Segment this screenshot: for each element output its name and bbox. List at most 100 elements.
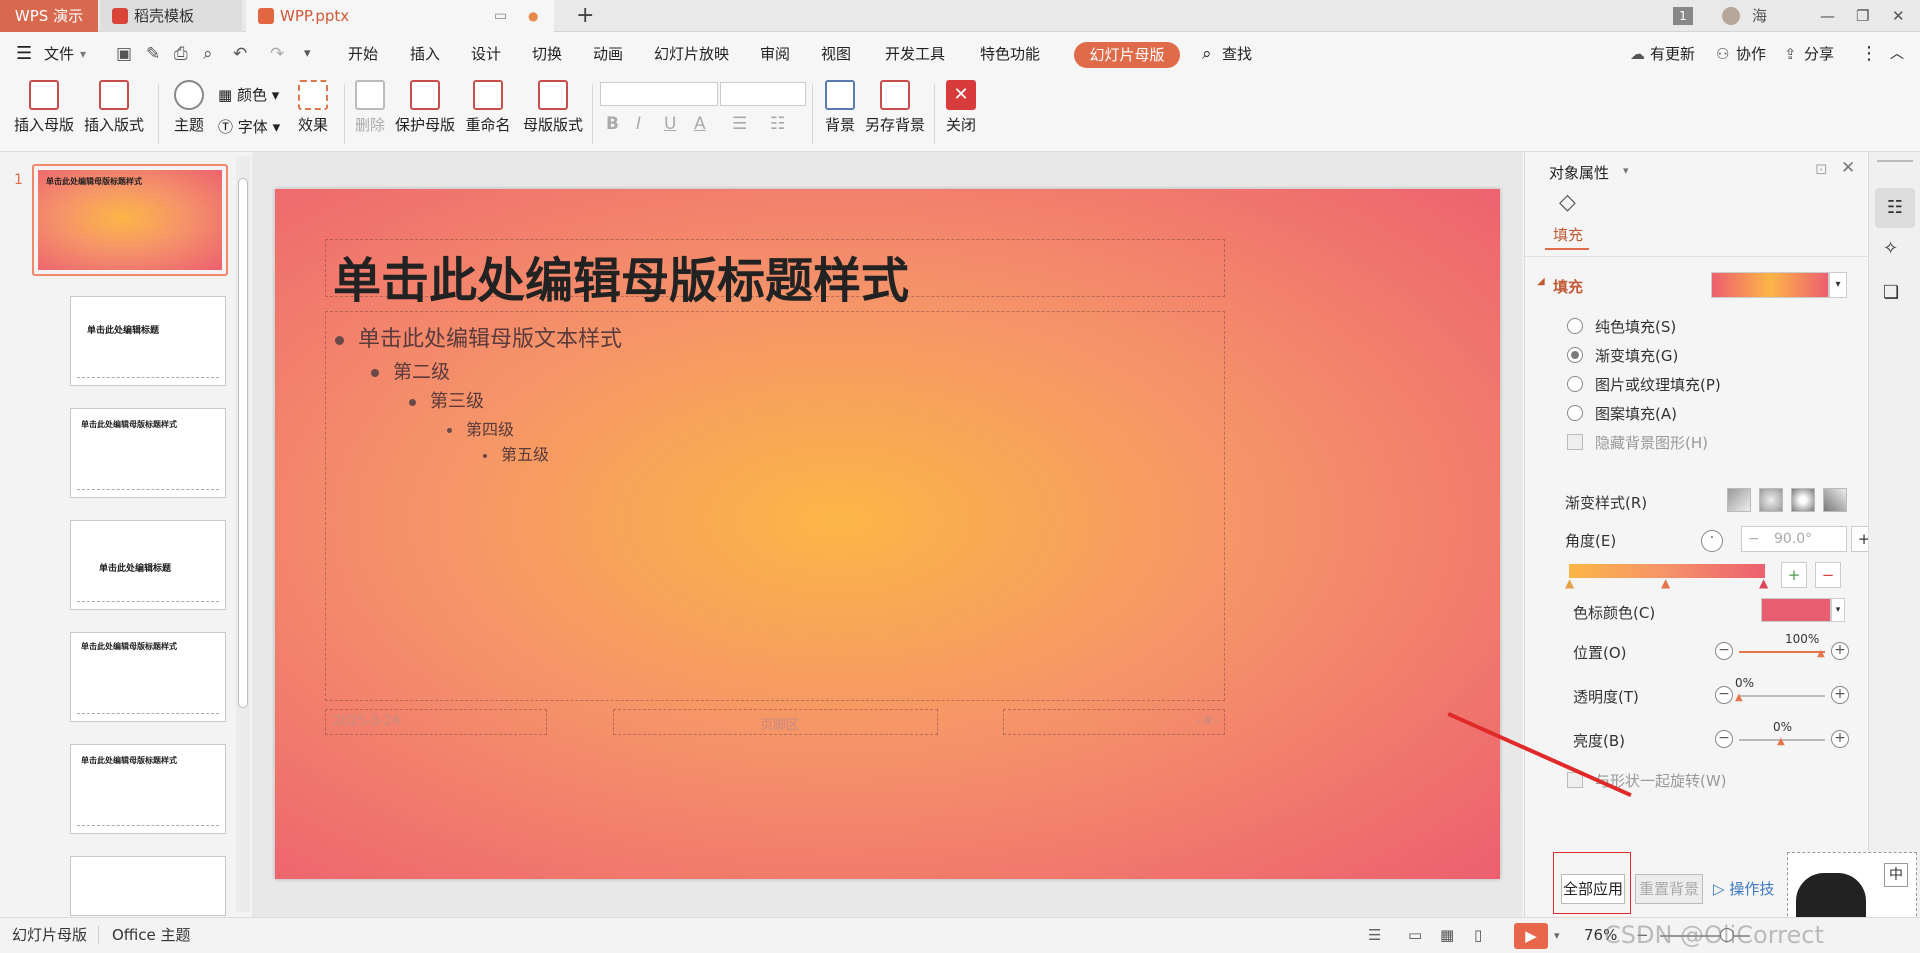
app-tab[interactable]: WPS 演示 <box>0 0 98 32</box>
collaborate-button[interactable]: 协作 <box>1736 32 1766 76</box>
angle-stepper[interactable]: − 90.0° <box>1741 526 1847 552</box>
search-button[interactable]: 查找 <box>1222 32 1252 76</box>
lock-icon[interactable]: ⊡ <box>1815 160 1828 178</box>
collapse-ribbon-icon[interactable]: ︿ <box>1890 32 1904 76</box>
level-2-text[interactable]: 第二级 <box>371 357 450 384</box>
search-icon[interactable]: ⌕ <box>1202 32 1212 76</box>
tab-wpp-pptx[interactable]: WPP.pptx ▭ ● <box>246 0 554 32</box>
print-preview-icon[interactable]: ⌕ <box>203 32 213 76</box>
level-5-text[interactable]: 第五级 <box>483 441 549 465</box>
solid-fill-label[interactable]: 纯色填充(S) <box>1595 316 1676 337</box>
level-4-text[interactable]: 第四级 <box>447 416 514 440</box>
layout-thumbnail[interactable] <box>70 856 226 916</box>
slider-handle[interactable]: ▲ <box>1777 736 1785 747</box>
font-size-select[interactable] <box>720 82 806 106</box>
font-color-button[interactable]: A <box>694 114 706 134</box>
scroll-thumb[interactable] <box>238 178 248 708</box>
bold-button[interactable]: B <box>606 114 619 134</box>
style-icon[interactable]: ✧ <box>1883 238 1898 259</box>
new-tab-button[interactable]: + <box>576 0 594 32</box>
italic-button[interactable]: I <box>636 114 641 134</box>
gradient-stop-handle[interactable]: ▲ <box>1565 576 1574 590</box>
font-name-select[interactable] <box>600 82 718 106</box>
increment-icon[interactable]: + <box>1831 686 1849 704</box>
background-button[interactable]: 背景 <box>822 80 858 135</box>
avatar[interactable] <box>1722 7 1740 25</box>
add-stop-icon[interactable]: + <box>1781 562 1807 588</box>
restore-icon[interactable]: ❐ <box>1856 0 1869 32</box>
radio-gradient-fill[interactable] <box>1567 347 1583 363</box>
level-1-text[interactable]: 单击此处编辑母版文本样式 <box>335 321 622 353</box>
fill-bucket-icon[interactable]: ◇ <box>1559 190 1576 215</box>
menu-insert[interactable]: 插入 <box>410 32 440 76</box>
layout-thumbnail[interactable]: 单击此处编辑母版标题样式 <box>70 408 226 498</box>
remove-stop-icon[interactable]: − <box>1815 562 1841 588</box>
decrement-icon[interactable]: − <box>1715 730 1733 748</box>
menu-animation[interactable]: 动画 <box>593 32 623 76</box>
theme-button[interactable]: 主题 <box>166 80 212 135</box>
menu-start[interactable]: 开始 <box>348 32 378 76</box>
format-painter-icon[interactable]: ✎ <box>146 32 160 76</box>
gradient-fill-label[interactable]: 渐变填充(G) <box>1595 345 1678 366</box>
chevron-down-icon[interactable]: ▾ <box>1623 164 1629 177</box>
layout-thumbnail[interactable]: 单击此处编辑母版标题样式 <box>70 744 226 834</box>
chevron-down-icon[interactable]: ▾ <box>1554 918 1560 953</box>
slide-number-placeholder[interactable] <box>1003 709 1225 735</box>
master-thumbnail[interactable]: 单击此处编辑母版标题样式 <box>38 170 222 270</box>
monitor-icon[interactable]: ▭ <box>494 0 507 32</box>
gradient-stop-handle[interactable]: ▲ <box>1661 576 1670 590</box>
hide-bg-label[interactable]: 隐藏背景图形(H) <box>1595 432 1708 453</box>
tab-daoke-template[interactable]: 稻壳模板 <box>100 0 242 32</box>
increment-icon[interactable]: + <box>1831 730 1849 748</box>
gradient-stop-handle[interactable]: ▲ <box>1759 576 1768 590</box>
customize-toolbar-icon[interactable]: ▾ <box>304 32 311 76</box>
radio-pattern-fill[interactable] <box>1567 405 1583 421</box>
menu-transition[interactable]: 切换 <box>532 32 562 76</box>
layout-thumbnail[interactable]: 单击此处编辑母版标题样式 <box>70 632 226 722</box>
menu-design[interactable]: 设计 <box>471 32 501 76</box>
thumbnail-scrollbar[interactable] <box>236 156 250 912</box>
picture-fill-label[interactable]: 图片或纹理填充(P) <box>1595 374 1721 395</box>
effect-button[interactable]: 效果 <box>290 80 336 135</box>
close-icon[interactable]: ✕ <box>1841 158 1855 178</box>
slide-master[interactable]: 单击此处编辑母版标题样式 单击此处编辑母版文本样式 第二级 第三级 第四级 第五… <box>275 189 1500 879</box>
notes-icon[interactable]: ☰ <box>1368 918 1381 953</box>
more-icon[interactable]: ⋮ <box>1860 32 1878 76</box>
body-placeholder[interactable] <box>325 311 1225 701</box>
hide-bg-checkbox[interactable] <box>1567 434 1583 450</box>
close-master-button[interactable]: ✕ 关闭 <box>942 80 980 135</box>
slider-handle[interactable]: ▲ <box>1735 692 1743 703</box>
level-3-text[interactable]: 第三级 <box>409 387 484 413</box>
slide-title[interactable]: 单击此处编辑母版标题样式 <box>333 241 909 311</box>
menu-developer[interactable]: 开发工具 <box>885 32 945 76</box>
menu-review[interactable]: 审阅 <box>760 32 790 76</box>
decrement-icon[interactable]: − <box>1715 686 1733 704</box>
delete-button[interactable]: 删除 <box>350 80 390 135</box>
hamburger-icon[interactable]: ☰ <box>16 32 32 76</box>
undo-icon[interactable]: ↶ <box>233 32 247 76</box>
apply-all-button[interactable]: 全部应用 <box>1561 874 1625 904</box>
window-count-badge[interactable]: 1 <box>1673 7 1693 25</box>
redo-icon[interactable]: ↷ <box>270 32 284 76</box>
font-button[interactable]: Ⓣ 字体 ▾ <box>218 116 280 137</box>
chevron-down-icon[interactable]: ▾ <box>80 32 86 76</box>
drag-handle[interactable] <box>1877 160 1913 162</box>
radio-solid-fill[interactable] <box>1567 318 1583 334</box>
properties-icon[interactable]: ☷ <box>1875 188 1915 228</box>
chevron-down-icon[interactable]: ▾ <box>1831 598 1845 622</box>
user-name[interactable]: 海 <box>1752 0 1767 32</box>
panel-header[interactable]: 对象属性 <box>1549 162 1609 183</box>
master-layout-button[interactable]: 母版版式 <box>522 80 584 135</box>
gradient-linear-icon[interactable] <box>1727 488 1751 512</box>
radio-picture-fill[interactable] <box>1567 376 1583 392</box>
insert-layout-button[interactable]: 插入版式 <box>84 80 144 135</box>
insert-master-button[interactable]: 插入母版 <box>14 80 74 135</box>
rename-button[interactable]: 重命名 <box>464 80 512 135</box>
reset-background-button[interactable]: 重置背景 <box>1635 874 1703 904</box>
tab-fill[interactable]: 填充 <box>1553 224 1583 245</box>
file-menu[interactable]: 文件 <box>44 32 74 76</box>
update-button[interactable]: 有更新 <box>1650 32 1695 76</box>
footer-date[interactable]: 2025-3-24 <box>333 714 400 729</box>
layout-thumbnail[interactable]: 单击此处编辑标题 <box>70 296 226 386</box>
chevron-down-icon[interactable]: ▾ <box>1829 272 1847 298</box>
